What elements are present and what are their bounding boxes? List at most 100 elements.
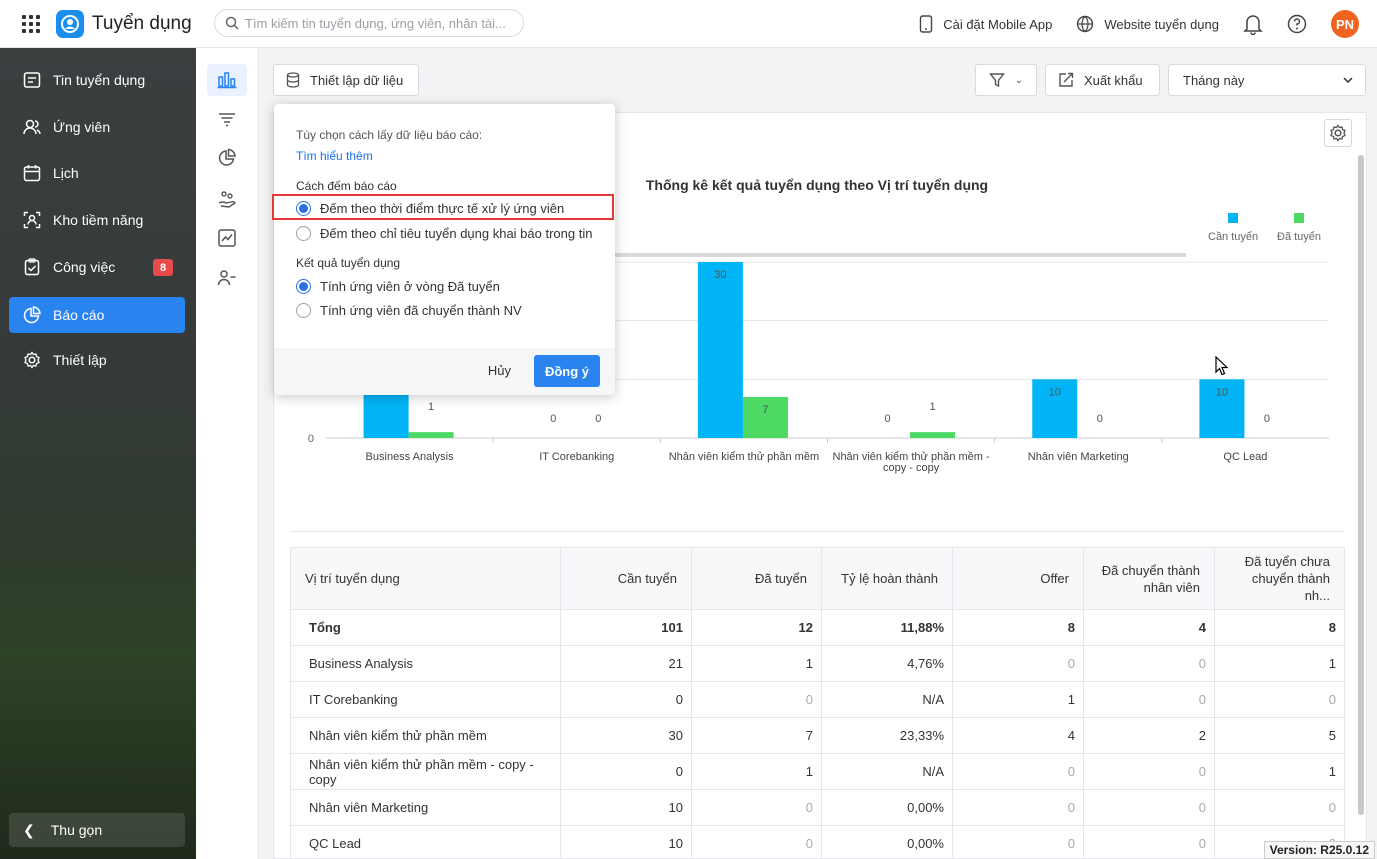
value-cell: 101 (560, 609, 692, 646)
bell-icon (1243, 15, 1263, 35)
data-label: 0 (1097, 413, 1103, 425)
column-header[interactable]: Tỷ lệ hoàn thành (821, 547, 953, 610)
data-label: 7 (762, 404, 768, 416)
value-cell: 0 (952, 645, 1084, 682)
radio-result-converted[interactable]: Tính ứng viên đã chuyển thành NV (296, 301, 522, 319)
column-header[interactable]: Cần tuyển (560, 547, 692, 610)
career-website-link[interactable]: Website tuyển dụng (1076, 15, 1219, 33)
radio-result-hired-round[interactable]: Tính ứng viên ở vòng Đã tuyển (296, 277, 500, 295)
column-header[interactable]: Offer (952, 547, 1084, 610)
radio-selected-icon (296, 278, 311, 294)
value-cell: 8 (952, 609, 1084, 646)
pie-chart-icon (218, 148, 236, 166)
value-cell: N/A (821, 681, 953, 718)
table-row[interactable]: QC Lead1000,00%000 (290, 825, 1345, 859)
learn-more-link[interactable]: Tìm hiểu thêm (296, 149, 373, 163)
column-header[interactable]: Vị trí tuyển dụng (290, 547, 561, 610)
value-cell: 0 (560, 753, 692, 790)
value-cell: 0 (952, 825, 1084, 859)
rail-sources[interactable] (207, 184, 247, 216)
sidebar-item-label: Lịch (53, 165, 79, 181)
rail-bar-chart[interactable] (207, 64, 247, 96)
apps-grid-icon[interactable] (22, 14, 42, 34)
period-value: Tháng này (1183, 72, 1245, 88)
sidebar-item-reports[interactable]: Báo cáo (9, 297, 185, 333)
report-type-rail (196, 48, 259, 859)
app-title[interactable]: Tuyển dụng (92, 13, 192, 35)
x-category-label: copy - copy (883, 462, 940, 474)
bar (910, 432, 956, 438)
period-select[interactable]: Tháng này (1168, 64, 1366, 96)
hand-users-icon (218, 191, 236, 208)
radio-label: Tính ứng viên ở vòng Đã tuyển (320, 278, 500, 294)
notifications-button[interactable] (1243, 13, 1263, 35)
value-cell: 0 (952, 753, 1084, 790)
user-avatar[interactable]: PN (1331, 10, 1359, 38)
sidebar-item-candidates[interactable]: Ứng viên (9, 109, 185, 145)
x-category-label: Business Analysis (366, 451, 455, 463)
filter-button[interactable]: ⌄ (975, 64, 1037, 96)
popover-footer: Hủy Đồng ý (274, 348, 615, 395)
value-cell: 5 (1214, 717, 1345, 754)
x-category-label: Nhân viên kiểm thử phần mềm (669, 451, 819, 463)
search-input[interactable] (245, 15, 515, 31)
report-table: Vị trí tuyển dụng Cần tuyển Đã tuyển Tỷ … (290, 547, 1345, 859)
user-minus-icon (217, 270, 236, 286)
version-label: Version: R25.0.12 (1263, 841, 1375, 859)
clipboard-check-icon (24, 258, 40, 276)
rail-trend[interactable] (207, 222, 247, 254)
chevron-left-icon: ❮ (23, 821, 35, 838)
bar (408, 432, 454, 438)
funnel-layers-icon (219, 113, 235, 127)
column-header[interactable]: Đã chuyển thành nhân viên (1083, 547, 1215, 610)
value-cell: N/A (821, 753, 953, 790)
sidebar-item-job-posts[interactable]: Tin tuyển dụng (9, 62, 185, 98)
table-row[interactable]: IT Corebanking 0 0 N/A 1 0 0 (290, 681, 1345, 718)
data-label: 0 (550, 413, 556, 425)
x-category-label: QC Lead (1223, 451, 1267, 463)
table-row[interactable]: Nhân viên Marketing 10 0 0,00% 0 0 0 (290, 789, 1345, 826)
value-cell: 0 (691, 681, 822, 718)
value-cell: 0 (691, 825, 822, 859)
cancel-button[interactable]: Hủy (488, 363, 511, 378)
sidebar-item-tasks[interactable]: Công việc 8 (9, 249, 185, 285)
table-row[interactable]: Nhân viên kiểm thử phần mềm 30 7 23,33% 4 2 5 (290, 717, 1345, 754)
column-header[interactable]: Đã tuyển (691, 547, 822, 610)
sidebar-item-settings[interactable]: Thiết lập (9, 342, 185, 378)
sidebar-item-label: Tin tuyển dụng (53, 72, 146, 88)
sidebar-item-label: Ứng viên (53, 119, 111, 135)
position-cell: Nhân viên kiểm thử phần mềm - copy - cop… (290, 753, 561, 790)
sidebar-item-calendar[interactable]: Lịch (9, 155, 185, 191)
table-row[interactable]: Nhân viên kiểm thử phần mềm - copy - cop… (290, 753, 1345, 790)
export-button[interactable]: Xuất khẩu (1045, 64, 1160, 96)
chart-scroll-indicator (604, 253, 1186, 257)
value-cell: 0 (1083, 681, 1215, 718)
mobile-app-label: Cài đặt Mobile App (943, 16, 1053, 32)
position-cell: IT Corebanking (290, 681, 561, 718)
chevron-down-icon (1343, 77, 1353, 83)
mobile-phone-icon (920, 15, 933, 33)
radio-count-quota[interactable]: Đếm theo chỉ tiêu tuyển dụng khai báo tr… (296, 224, 592, 242)
table-row[interactable]: Business Analysis 21 1 4,76% 0 0 1 (290, 645, 1345, 682)
value-cell: 1 (691, 645, 822, 682)
global-search[interactable] (214, 9, 524, 37)
rail-users[interactable] (207, 262, 247, 294)
highlight-box (272, 194, 614, 220)
sidebar-collapse-button[interactable]: ❮ Thu gọn (9, 813, 185, 847)
confirm-button[interactable]: Đồng ý (534, 355, 600, 387)
help-button[interactable] (1287, 14, 1307, 34)
sidebar-item-talent-pool[interactable]: Kho tiềm năng (9, 202, 185, 238)
pie-chart-icon (23, 306, 41, 324)
data-setup-button[interactable]: Thiết lập dữ liệu (273, 64, 419, 96)
rail-funnel[interactable] (207, 103, 247, 135)
value-cell: 0 (952, 789, 1084, 826)
value-cell: 0 (1083, 645, 1215, 682)
filter-icon (988, 73, 1005, 88)
radio-unselected-icon (296, 225, 311, 241)
install-mobile-app-link[interactable]: Cài đặt Mobile App (919, 15, 1052, 33)
value-cell: 1 (1214, 645, 1345, 682)
rail-pie[interactable] (207, 142, 247, 174)
table-total-row[interactable]: Tổng 101 12 11,88% 8 4 8 (290, 609, 1345, 646)
bar (697, 262, 743, 438)
column-header[interactable]: Đã tuyển chưa chuyển thành nh... (1214, 547, 1345, 610)
